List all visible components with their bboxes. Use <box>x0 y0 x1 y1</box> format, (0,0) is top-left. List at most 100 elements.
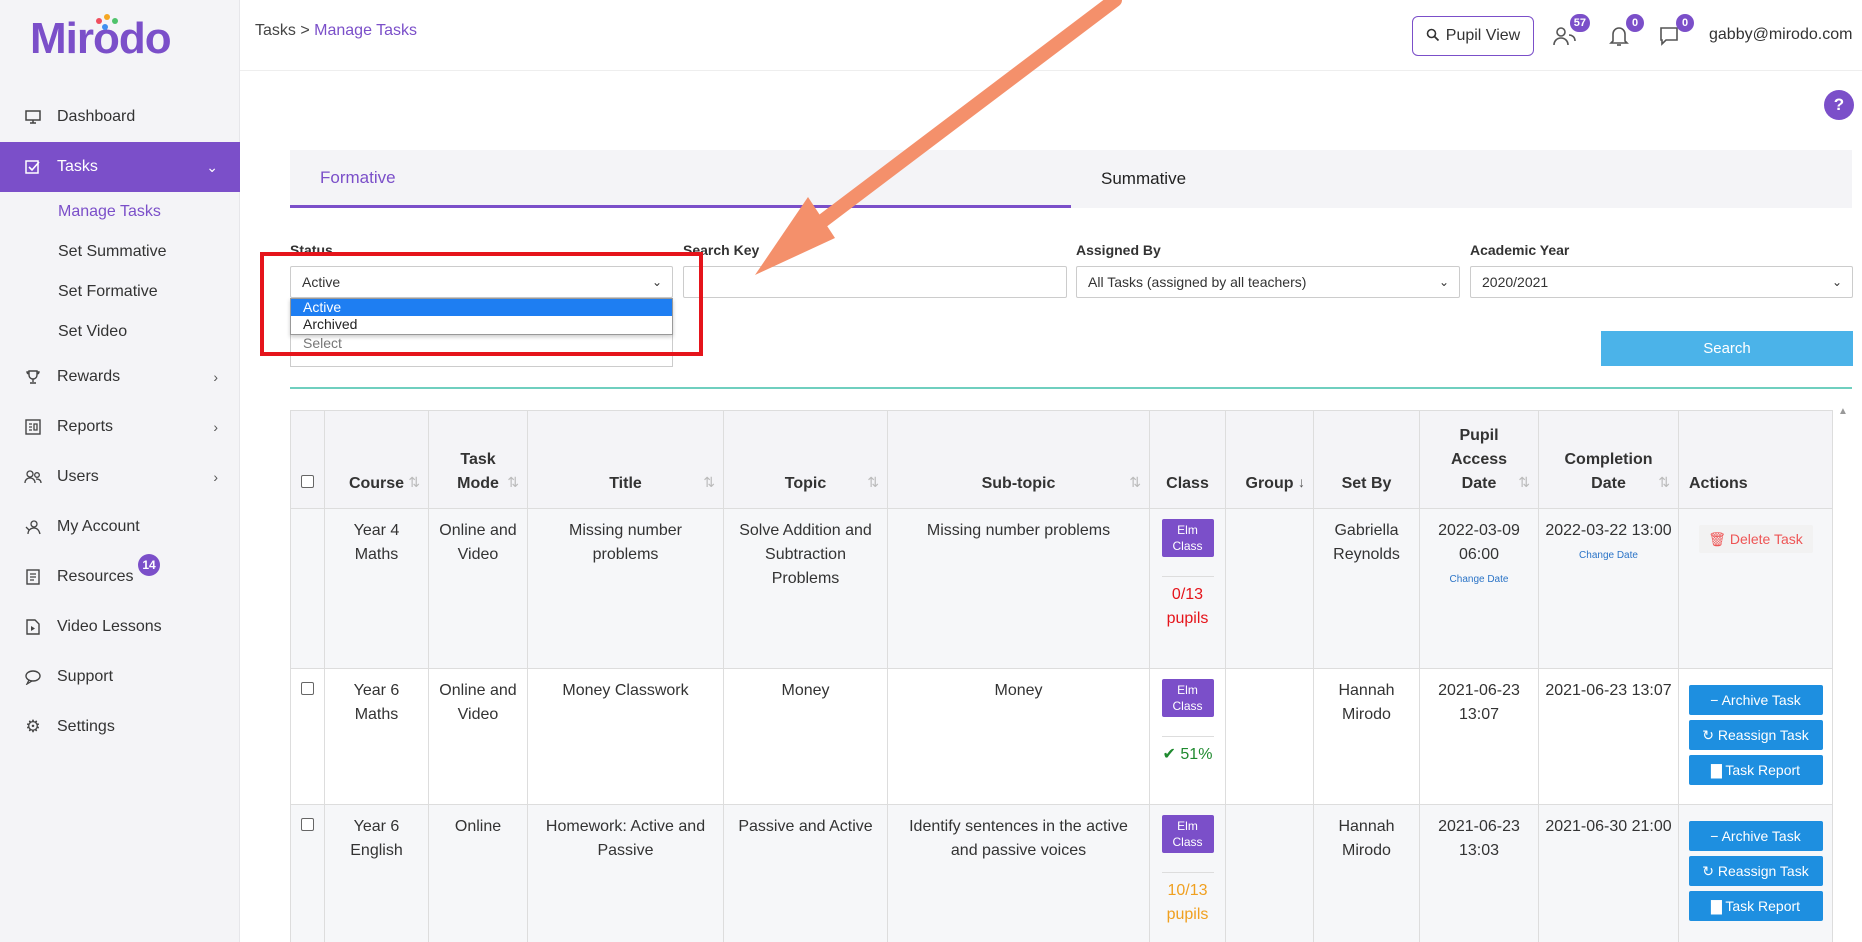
sidebar-item-users[interactable]: Users › <box>0 452 240 502</box>
mode-cell: Online <box>428 804 528 942</box>
sort-icon: ⇅ <box>507 474 519 490</box>
sidebar-item-rewards[interactable]: Rewards › <box>0 352 240 402</box>
help-button[interactable]: ? <box>1824 90 1854 120</box>
col-course[interactable]: Course ⇅ <box>324 410 429 509</box>
sidebar-item-label: Users <box>57 468 99 485</box>
sidebar-subitem-set-video[interactable]: Set Video <box>0 312 240 352</box>
user-email[interactable]: gabby@mirodo.com <box>1709 26 1852 44</box>
pupil-progress[interactable]: 10/13 pupils <box>1156 879 1219 927</box>
pupil-view-button[interactable]: Pupil View <box>1412 16 1534 56</box>
table-row: Year 6 English Online Homework: Active a… <box>290 804 1833 942</box>
sort-icon: ⇅ <box>703 474 715 490</box>
change-completion-date-link[interactable]: Change Date <box>1545 549 1672 563</box>
pupil-progress[interactable]: 0/13 pupils <box>1156 583 1219 631</box>
course-cell: Year 4 Maths <box>324 508 429 669</box>
row-checkbox[interactable] <box>301 682 314 695</box>
group-cell <box>1225 508 1314 669</box>
archive-task-button[interactable]: − Archive Task <box>1688 821 1823 851</box>
sort-icon: ⇅ <box>1129 474 1141 490</box>
reassign-task-button[interactable]: ↻ Reassign Task <box>1688 856 1823 886</box>
scroll-up-arrow-icon[interactable]: ▲ <box>1838 406 1848 417</box>
topic-cell: Solve Addition and Subtraction Problems <box>723 508 888 669</box>
col-set-by: Set By <box>1313 410 1420 509</box>
col-title[interactable]: Title ⇅ <box>527 410 724 509</box>
annotation-arrow-head <box>755 197 835 275</box>
mode-cell: Online and Video <box>428 508 528 669</box>
subtopic-cell: Missing number problems <box>887 508 1150 669</box>
col-group[interactable]: Group ↓ <box>1225 410 1314 509</box>
chevron-down-icon: ⌄ <box>1438 275 1449 289</box>
access-date-cell: 2022-03-09 06:00 Change Date <box>1419 508 1539 669</box>
video-icon <box>24 618 42 636</box>
breadcrumb-root[interactable]: Tasks <box>255 22 296 39</box>
reassign-label: Reassign Task <box>1717 727 1809 743</box>
class-badge[interactable]: Elm Class <box>1161 679 1214 717</box>
sidebar-item-support[interactable]: Support <box>0 652 240 702</box>
messages-button[interactable]: 0 <box>1654 14 1694 54</box>
academic-year-select[interactable]: 2020/2021 ⌄ <box>1470 266 1853 298</box>
topic-cell: Passive and Active <box>723 804 888 942</box>
col-pupil-access-date[interactable]: Pupil Access Date ⇅ <box>1419 410 1539 509</box>
assigned-by-select[interactable]: All Tasks (assigned by all teachers) ⌄ <box>1076 266 1460 298</box>
reassign-task-button[interactable]: ↻ Reassign Task <box>1688 720 1823 750</box>
sidebar-item-settings[interactable]: ⚙ Settings <box>0 702 240 752</box>
sidebar-item-label: My Account <box>57 518 140 535</box>
col-access-label: Pupil Access Date <box>1450 427 1508 492</box>
archive-label: Archive Task <box>1721 828 1801 844</box>
tab-summative[interactable]: Summative <box>1071 150 1852 208</box>
sidebar-item-tasks[interactable]: Tasks ⌄ <box>0 142 240 192</box>
academic-year-label: Academic Year <box>1470 242 1570 258</box>
bar-chart-icon: ▇ <box>1710 898 1722 914</box>
users-header-button[interactable]: 57 <box>1550 14 1590 54</box>
col-course-label: Course <box>348 475 405 492</box>
sidebar-subitem-set-summative[interactable]: Set Summative <box>0 232 240 272</box>
delete-task-button[interactable]: 🗑 Delete Task <box>1698 525 1813 553</box>
table-row: Year 4 Maths Online and Video Missing nu… <box>290 508 1833 669</box>
search-keyword-input[interactable] <box>683 266 1067 298</box>
class-cell: Elm Class 10/13 pupils <box>1149 804 1226 942</box>
task-report-button[interactable]: ▇ Task Report <box>1688 755 1823 785</box>
col-completion-label: Completion Date <box>1564 451 1653 492</box>
actions-cell: 🗑 Delete Task <box>1678 508 1833 669</box>
sidebar-item-reports[interactable]: Reports › <box>0 402 240 452</box>
monitor-icon <box>24 108 42 126</box>
row-select-cell <box>290 804 325 942</box>
report-label: Task Report <box>1725 762 1801 778</box>
check-icon: ✔ <box>1162 746 1176 763</box>
col-task-mode[interactable]: Task Mode ⇅ <box>428 410 528 509</box>
class-cell: Elm Class ✔ 51% <box>1149 668 1226 805</box>
sidebar-subitem-manage-tasks[interactable]: Manage Tasks <box>0 192 240 232</box>
group-cell <box>1225 668 1314 805</box>
sidebar-subitem-set-formative[interactable]: Set Formative <box>0 272 240 312</box>
pupil-progress[interactable]: ✔ 51% <box>1156 743 1219 767</box>
archive-task-button[interactable]: − Archive Task <box>1688 685 1823 715</box>
row-select-cell <box>290 668 325 805</box>
col-class-label: Class <box>1166 475 1209 492</box>
chevron-down-icon: ⌄ <box>206 158 218 175</box>
select-all-checkbox[interactable] <box>301 475 314 488</box>
actions-cell: − Archive Task ↻ Reassign Task ▇ Task Re… <box>1678 668 1833 805</box>
sidebar-item-resources[interactable]: Resources 14 <box>0 552 240 602</box>
sidebar-item-my-account[interactable]: My Account <box>0 502 240 552</box>
col-topic[interactable]: Topic ⇅ <box>723 410 888 509</box>
class-badge[interactable]: Elm Class <box>1161 815 1214 853</box>
minus-icon: − <box>1710 692 1719 708</box>
row-checkbox[interactable] <box>301 818 314 831</box>
report-icon <box>24 418 42 436</box>
class-divider <box>1161 576 1214 577</box>
tab-formative[interactable]: Formative <box>290 150 1071 208</box>
annotation-highlight-box <box>260 252 703 356</box>
logo-dots-icon <box>92 14 122 34</box>
notifications-button[interactable]: 0 <box>1604 14 1644 54</box>
account-icon <box>24 518 42 536</box>
task-report-button[interactable]: ▇ Task Report <box>1688 891 1823 921</box>
sidebar-item-video-lessons[interactable]: Video Lessons <box>0 602 240 652</box>
sidebar-item-dashboard[interactable]: Dashboard <box>0 92 240 142</box>
class-badge[interactable]: Elm Class <box>1161 519 1214 557</box>
col-completion-date[interactable]: Completion Date ⇅ <box>1538 410 1679 509</box>
sidebar-nav: Dashboard Tasks ⌄ Manage Tasks Set Summa… <box>0 92 240 752</box>
col-sub-topic[interactable]: Sub-topic ⇅ <box>887 410 1150 509</box>
search-button[interactable]: Search <box>1601 331 1853 366</box>
change-access-date-link[interactable]: Change Date <box>1426 573 1532 587</box>
filter-divider <box>290 387 1852 389</box>
